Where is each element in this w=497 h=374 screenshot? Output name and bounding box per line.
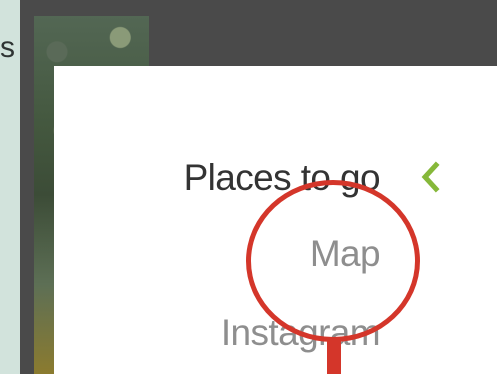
- menu-item-places-to-go[interactable]: Places to go: [184, 157, 381, 199]
- cropped-text: s: [0, 31, 15, 64]
- menu-item-map[interactable]: Map: [310, 233, 381, 275]
- chevron-left-icon[interactable]: [416, 157, 442, 197]
- menu-item-instagram[interactable]: Instagram: [221, 312, 381, 354]
- navigation-menu-panel: Places to go Map Instagram: [54, 66, 497, 374]
